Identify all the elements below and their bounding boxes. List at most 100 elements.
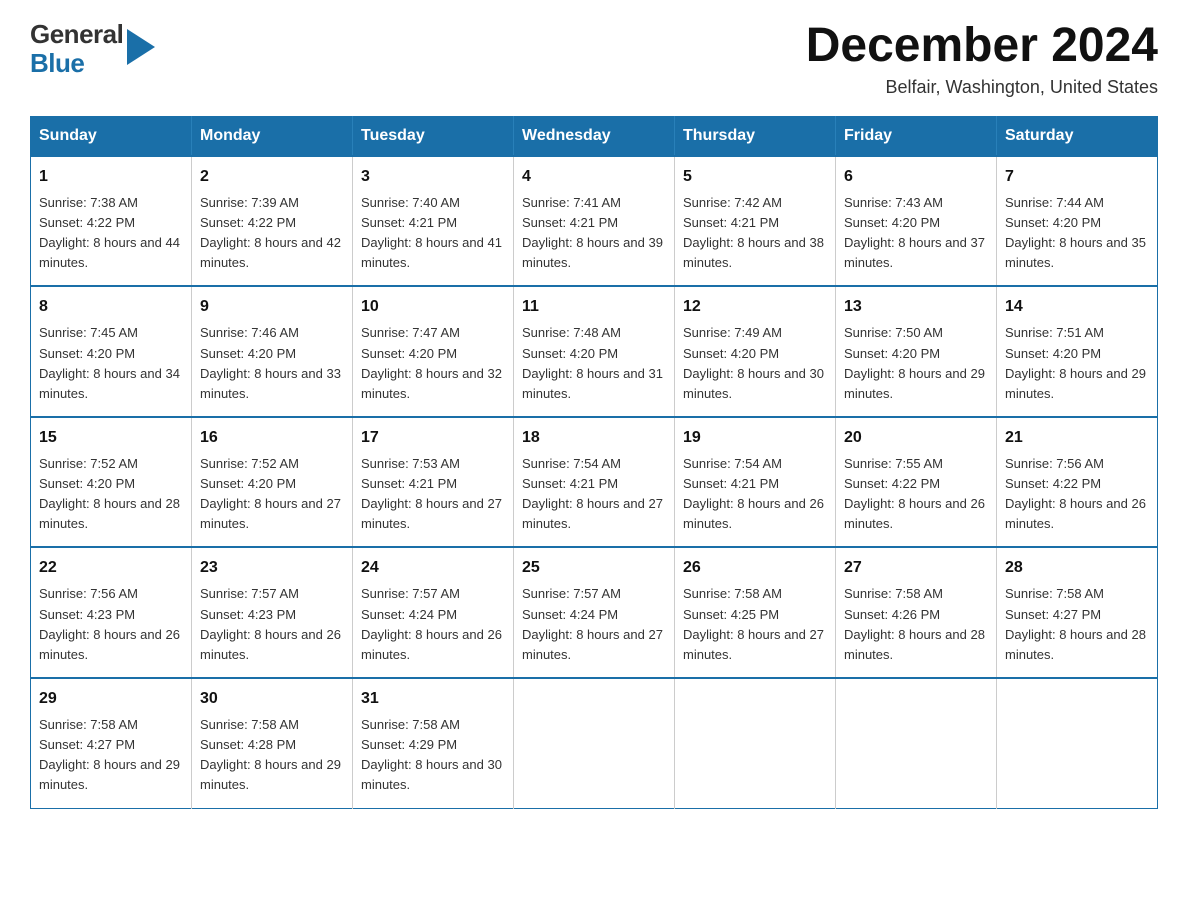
day-cell-22: 22 Sunrise: 7:56 AMSunset: 4:23 PMDayligh… [31,547,192,678]
day-cell-8: 8 Sunrise: 7:45 AMSunset: 4:20 PMDaylight… [31,286,192,417]
day-info: Sunrise: 7:54 AMSunset: 4:21 PMDaylight:… [522,454,666,535]
calendar-header: SundayMondayTuesdayWednesdayThursdayFrid… [31,116,1158,156]
day-cell-23: 23 Sunrise: 7:57 AMSunset: 4:23 PMDayligh… [192,547,353,678]
day-of-week-thursday: Thursday [675,116,836,156]
day-info: Sunrise: 7:58 AMSunset: 4:25 PMDaylight:… [683,584,827,665]
day-number: 30 [200,687,344,711]
day-number: 10 [361,295,505,319]
day-cell-21: 21Sunrise: 7:56 AMSunset: 4:22 PMDayligh… [997,417,1158,548]
day-number: 5 [683,165,827,189]
week-row-2: 8 Sunrise: 7:45 AMSunset: 4:20 PMDaylight… [31,286,1158,417]
day-number: 23 [200,556,344,580]
day-number: 2 [200,165,344,189]
page-title: December 2024 [806,20,1158,73]
day-info: Sunrise: 7:51 AMSunset: 4:20 PMDaylight:… [1005,323,1149,404]
day-info: Sunrise: 7:44 AMSunset: 4:20 PMDaylight:… [1005,193,1149,274]
day-number: 16 [200,426,344,450]
day-cell-27: 27 Sunrise: 7:58 AMSunset: 4:26 PMDayligh… [836,547,997,678]
day-cell-16: 16 Sunrise: 7:52 AMSunset: 4:20 PMDayligh… [192,417,353,548]
day-cell-9: 9 Sunrise: 7:46 AMSunset: 4:20 PMDaylight… [192,286,353,417]
day-cell-1: 1Sunrise: 7:38 AMSunset: 4:22 PMDaylight… [31,156,192,287]
day-cell-20: 20 Sunrise: 7:55 AMSunset: 4:22 PMDayligh… [836,417,997,548]
day-cell-7: 7 Sunrise: 7:44 AMSunset: 4:20 PMDaylight… [997,156,1158,287]
day-cell-6: 6 Sunrise: 7:43 AMSunset: 4:20 PMDaylight… [836,156,997,287]
day-cell-4: 4 Sunrise: 7:41 AMSunset: 4:21 PMDaylight… [514,156,675,287]
day-info: Sunrise: 7:58 AMSunset: 4:26 PMDaylight:… [844,584,988,665]
day-info: Sunrise: 7:40 AMSunset: 4:21 PMDaylight:… [361,193,505,274]
day-number: 4 [522,165,666,189]
day-cell-24: 24 Sunrise: 7:57 AMSunset: 4:24 PMDayligh… [353,547,514,678]
day-info: Sunrise: 7:46 AMSunset: 4:20 PMDaylight:… [200,323,344,404]
day-cell-25: 25 Sunrise: 7:57 AMSunset: 4:24 PMDayligh… [514,547,675,678]
day-info: Sunrise: 7:57 AMSunset: 4:24 PMDaylight:… [361,584,505,665]
day-info: Sunrise: 7:47 AMSunset: 4:20 PMDaylight:… [361,323,505,404]
week-row-1: 1Sunrise: 7:38 AMSunset: 4:22 PMDaylight… [31,156,1158,287]
calendar-body: 1Sunrise: 7:38 AMSunset: 4:22 PMDaylight… [31,156,1158,808]
day-cell-5: 5 Sunrise: 7:42 AMSunset: 4:21 PMDaylight… [675,156,836,287]
day-info: Sunrise: 7:50 AMSunset: 4:20 PMDaylight:… [844,323,988,404]
day-cell-28: 28Sunrise: 7:58 AMSunset: 4:27 PMDayligh… [997,547,1158,678]
day-number: 13 [844,295,988,319]
day-of-week-sunday: Sunday [31,116,192,156]
day-of-week-saturday: Saturday [997,116,1158,156]
day-cell-3: 3 Sunrise: 7:40 AMSunset: 4:21 PMDaylight… [353,156,514,287]
day-info: Sunrise: 7:41 AMSunset: 4:21 PMDaylight:… [522,193,666,274]
day-number: 9 [200,295,344,319]
week-row-4: 22 Sunrise: 7:56 AMSunset: 4:23 PMDayligh… [31,547,1158,678]
day-cell-31: 31 Sunrise: 7:58 AMSunset: 4:29 PMDayligh… [353,678,514,808]
day-info: Sunrise: 7:52 AMSunset: 4:20 PMDaylight:… [200,454,344,535]
week-row-3: 15 Sunrise: 7:52 AMSunset: 4:20 PMDayligh… [31,417,1158,548]
day-number: 7 [1005,165,1149,189]
day-info: Sunrise: 7:43 AMSunset: 4:20 PMDaylight:… [844,193,988,274]
empty-cell [514,678,675,808]
page-header: General Blue December 2024 Belfair, Wash… [30,20,1158,98]
day-number: 27 [844,556,988,580]
day-number: 11 [522,295,666,319]
day-number: 8 [39,295,183,319]
day-number: 6 [844,165,988,189]
days-of-week-row: SundayMondayTuesdayWednesdayThursdayFrid… [31,116,1158,156]
day-number: 21 [1005,426,1149,450]
day-info: Sunrise: 7:58 AMSunset: 4:27 PMDaylight:… [39,715,183,796]
day-info: Sunrise: 7:58 AMSunset: 4:27 PMDaylight:… [1005,584,1149,665]
day-info: Sunrise: 7:55 AMSunset: 4:22 PMDaylight:… [844,454,988,535]
day-info: Sunrise: 7:42 AMSunset: 4:21 PMDaylight:… [683,193,827,274]
day-cell-15: 15 Sunrise: 7:52 AMSunset: 4:20 PMDayligh… [31,417,192,548]
day-info: Sunrise: 7:45 AMSunset: 4:20 PMDaylight:… [39,323,183,404]
day-info: Sunrise: 7:52 AMSunset: 4:20 PMDaylight:… [39,454,183,535]
day-info: Sunrise: 7:57 AMSunset: 4:24 PMDaylight:… [522,584,666,665]
calendar-table: SundayMondayTuesdayWednesdayThursdayFrid… [30,116,1158,809]
day-cell-11: 11 Sunrise: 7:48 AMSunset: 4:20 PMDayligh… [514,286,675,417]
day-number: 19 [683,426,827,450]
day-info: Sunrise: 7:57 AMSunset: 4:23 PMDaylight:… [200,584,344,665]
day-info: Sunrise: 7:38 AMSunset: 4:22 PMDaylight:… [39,193,183,274]
empty-cell [997,678,1158,808]
logo-general: General [30,20,123,49]
day-number: 14 [1005,295,1149,319]
day-number: 15 [39,426,183,450]
logo-blue: Blue [30,49,123,78]
day-number: 20 [844,426,988,450]
day-info: Sunrise: 7:58 AMSunset: 4:29 PMDaylight:… [361,715,505,796]
day-number: 12 [683,295,827,319]
day-info: Sunrise: 7:49 AMSunset: 4:20 PMDaylight:… [683,323,827,404]
day-info: Sunrise: 7:48 AMSunset: 4:20 PMDaylight:… [522,323,666,404]
day-cell-29: 29 Sunrise: 7:58 AMSunset: 4:27 PMDayligh… [31,678,192,808]
day-number: 29 [39,687,183,711]
logo: General Blue [30,20,155,77]
day-info: Sunrise: 7:53 AMSunset: 4:21 PMDaylight:… [361,454,505,535]
empty-cell [675,678,836,808]
day-number: 31 [361,687,505,711]
day-info: Sunrise: 7:56 AMSunset: 4:23 PMDaylight:… [39,584,183,665]
day-number: 24 [361,556,505,580]
day-info: Sunrise: 7:54 AMSunset: 4:21 PMDaylight:… [683,454,827,535]
day-number: 22 [39,556,183,580]
title-block: December 2024 Belfair, Washington, Unite… [806,20,1158,98]
day-of-week-tuesday: Tuesday [353,116,514,156]
day-cell-10: 10 Sunrise: 7:47 AMSunset: 4:20 PMDayligh… [353,286,514,417]
day-number: 3 [361,165,505,189]
day-cell-14: 14 Sunrise: 7:51 AMSunset: 4:20 PMDayligh… [997,286,1158,417]
day-cell-17: 17Sunrise: 7:53 AMSunset: 4:21 PMDayligh… [353,417,514,548]
day-info: Sunrise: 7:58 AMSunset: 4:28 PMDaylight:… [200,715,344,796]
day-number: 25 [522,556,666,580]
